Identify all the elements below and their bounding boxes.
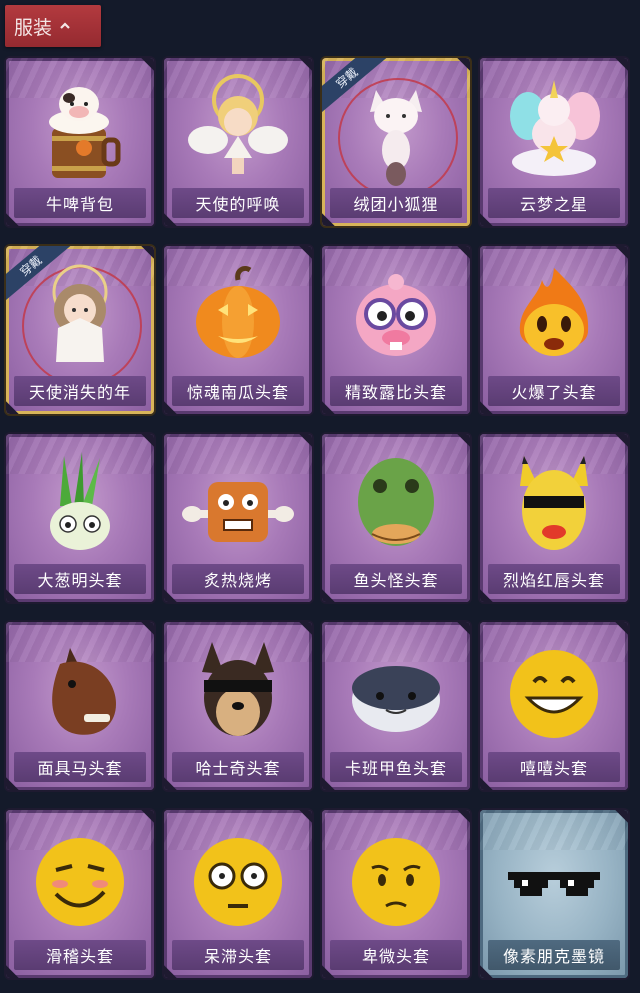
fire-face-icon: [519, 268, 589, 356]
angel-icon: [188, 74, 288, 174]
costume-name: 像素朋克墨镜: [488, 940, 620, 970]
costume-card[interactable]: 云梦之星: [480, 58, 628, 226]
costume-grid: 牛啤背包 天使的呼唤 穿戴 绒团小狐狸 云梦之星 穿戴 天使消失的年 惊魂南瓜头套: [0, 54, 640, 993]
costume-name: 天使的呼唤: [172, 188, 304, 218]
costume-name: 精致露比头套: [330, 376, 462, 406]
costume-name: 云梦之星: [488, 188, 620, 218]
costume-card[interactable]: 惊魂南瓜头套: [164, 246, 312, 414]
costume-card[interactable]: 像素朋克墨镜: [480, 810, 628, 978]
costume-card[interactable]: 呆滞头套: [164, 810, 312, 978]
costume-name: 大葱明头套: [14, 564, 146, 594]
costume-name: 绒团小狐狸: [330, 188, 462, 218]
costume-card[interactable]: 卡班甲鱼头套: [322, 622, 470, 790]
costume-card[interactable]: 嘻嘻头套: [480, 622, 628, 790]
costume-name: 卑微头套: [330, 940, 462, 970]
fox-icon: [370, 90, 422, 186]
costume-name: 烈焰红唇头套: [488, 564, 620, 594]
humble-emoji-icon: [352, 838, 440, 926]
fish-ball-icon: [352, 666, 440, 732]
costume-name: 面具马头套: [14, 752, 146, 782]
costume-name: 炙热烧烤: [172, 564, 304, 594]
husky-icon: [202, 642, 274, 736]
costume-name: 天使消失的年: [14, 376, 146, 406]
costume-card[interactable]: 面具马头套: [6, 622, 154, 790]
scallion-icon: [50, 452, 110, 550]
costume-card[interactable]: 哈士奇头套: [164, 622, 312, 790]
smirk-emoji-icon: [36, 838, 124, 926]
top-bar: 服装: [0, 0, 640, 54]
blank-stare-emoji-icon: [194, 838, 282, 926]
costume-name: 火爆了头套: [488, 376, 620, 406]
costume-card[interactable]: 火爆了头套: [480, 246, 628, 414]
section-label: 服装: [14, 16, 53, 39]
costume-card[interactable]: 大葱明头套: [6, 434, 154, 602]
bbq-meat-icon: [182, 482, 294, 542]
cow-beer-barrel-icon: [49, 87, 121, 178]
costume-name: 哈士奇头套: [172, 752, 304, 782]
costume-name: 嘻嘻头套: [488, 752, 620, 782]
fish-head-icon: [358, 458, 434, 546]
costume-name: 鱼头怪头套: [330, 564, 462, 594]
horse-head-icon: [52, 648, 116, 735]
costume-card[interactable]: 炙热烧烤: [164, 434, 312, 602]
angel-girl-icon: [52, 264, 108, 362]
costume-name: 牛啤背包: [14, 188, 146, 218]
costume-card[interactable]: 卑微头套: [322, 810, 470, 978]
pink-beaver-icon: [356, 274, 436, 356]
costume-name: 呆滞头套: [172, 940, 304, 970]
costume-section-tab[interactable]: 服装: [5, 5, 101, 47]
costume-card[interactable]: 穿戴 绒团小狐狸: [322, 58, 470, 226]
costume-name: 惊魂南瓜头套: [172, 376, 304, 406]
costume-card[interactable]: 穿戴 天使消失的年: [6, 246, 154, 414]
costume-name: 卡班甲鱼头套: [330, 752, 462, 782]
chevron-up-icon: [60, 22, 70, 29]
pumpkin-icon: [196, 265, 280, 358]
costume-card[interactable]: 滑稽头套: [6, 810, 154, 978]
costume-card[interactable]: 精致露比头套: [322, 246, 470, 414]
unicorn-cloud-icon: [510, 80, 600, 176]
costume-card[interactable]: 烈焰红唇头套: [480, 434, 628, 602]
grin-emoji-icon: [510, 650, 598, 738]
costume-card[interactable]: 鱼头怪头套: [322, 434, 470, 602]
yellow-mask-icon: [520, 456, 588, 550]
costume-name: 滑稽头套: [14, 940, 146, 970]
costume-card[interactable]: 牛啤背包: [6, 58, 154, 226]
pixel-sunglasses-icon: [508, 872, 600, 896]
costume-card[interactable]: 天使的呼唤: [164, 58, 312, 226]
